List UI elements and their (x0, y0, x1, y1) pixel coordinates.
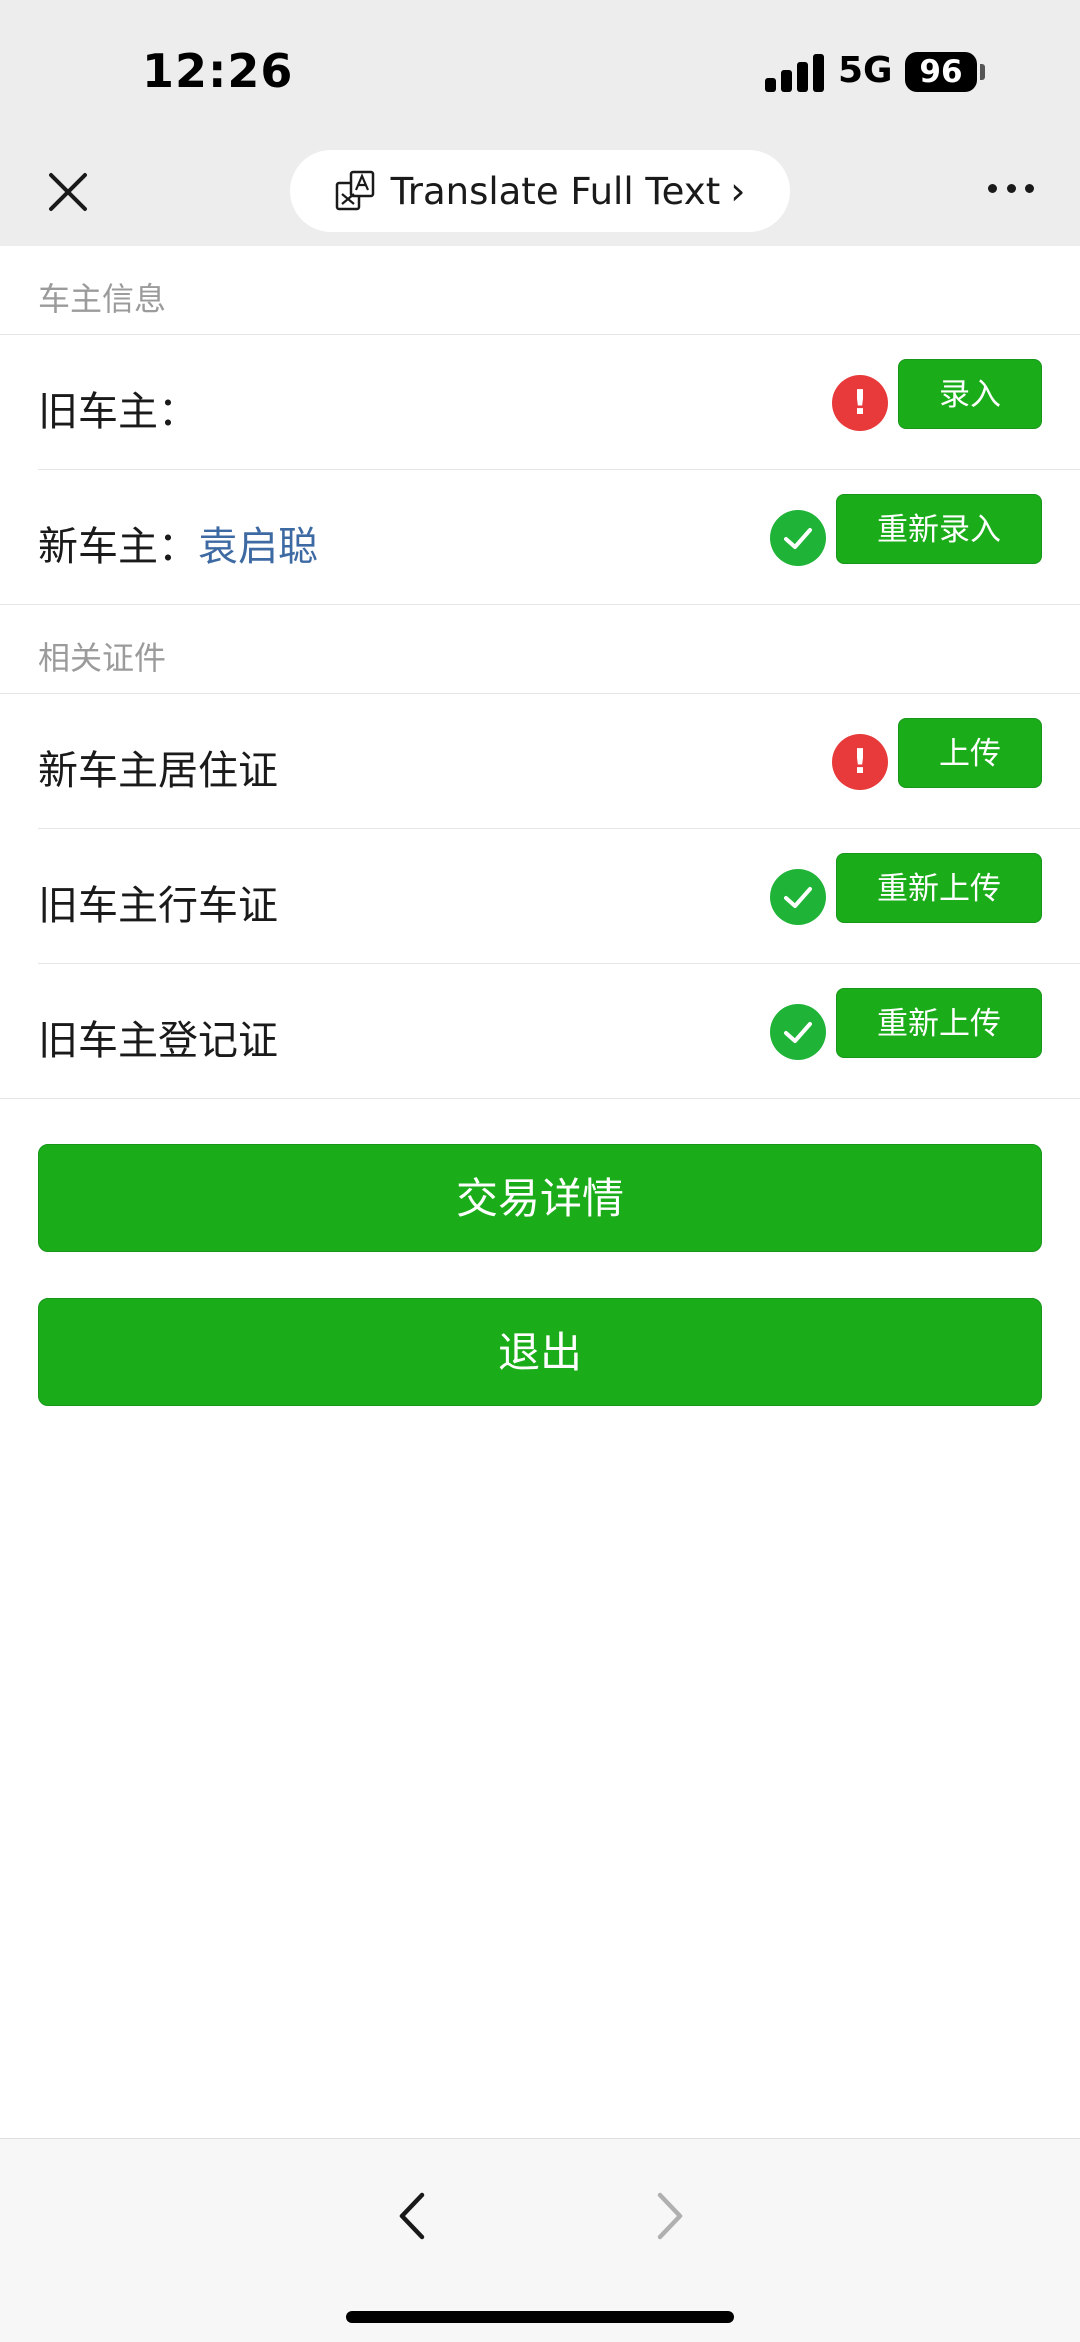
checkmark-icon (770, 869, 826, 925)
network-type: 5G (838, 50, 893, 91)
re-upload-button[interactable]: 重新上传 (836, 853, 1042, 923)
list-item-new-owner-residence-permit: 新车主居住证 ! 上传 (0, 694, 1080, 829)
section-title: 相关证件 (38, 639, 167, 677)
more-icon[interactable] (988, 184, 1034, 196)
cellular-signal-icon (765, 52, 825, 92)
battery-level: 96 (919, 54, 963, 90)
row-label: 旧车主行车证 (38, 883, 278, 929)
forward-arrow-icon[interactable] (646, 2191, 690, 2241)
exclamation-icon: ! (832, 375, 888, 431)
row-label: 新车主居住证 (38, 748, 278, 794)
back-arrow-icon[interactable] (392, 2191, 436, 2241)
exit-button[interactable]: 退出 (38, 1298, 1042, 1406)
list-item-old-owner-driving-license: 旧车主行车证 重新上传 (0, 829, 1080, 964)
row-label: 旧车主登记证 (38, 1018, 278, 1064)
re-upload-button[interactable]: 重新上传 (836, 988, 1042, 1058)
enter-button[interactable]: 录入 (898, 359, 1042, 429)
new-owner-name: 袁启聪 (198, 524, 318, 570)
status-bar: 12:26 5G 96 (0, 0, 1080, 142)
list-item-old-owner: 旧车主： ! 录入 (0, 335, 1080, 470)
translate-full-text-button[interactable]: Translate Full Text › (290, 150, 790, 232)
list-item-old-owner-registration-certificate: 旧车主登记证 重新上传 (0, 964, 1080, 1099)
close-icon[interactable] (46, 170, 90, 214)
row-label: 新车主：袁启聪 (38, 524, 318, 570)
upload-button[interactable]: 上传 (898, 718, 1042, 788)
divider (0, 1098, 1080, 1099)
checkmark-icon (770, 1004, 826, 1060)
section-title: 车主信息 (38, 280, 167, 318)
translate-icon (335, 170, 377, 212)
nav-bar: Translate Full Text › (0, 142, 1080, 246)
section-header-documents: 相关证件 (0, 605, 1080, 694)
row-label: 旧车主： (38, 389, 198, 435)
battery-tip (980, 64, 985, 80)
home-indicator (346, 2311, 734, 2323)
list-item-new-owner: 新车主：袁启聪 重新录入 (0, 470, 1080, 605)
chevron-right-icon: › (730, 169, 746, 213)
translate-label: Translate Full Text (390, 169, 721, 213)
section-header-owner-info: 车主信息 (0, 246, 1080, 335)
transaction-details-button[interactable]: 交易详情 (38, 1144, 1042, 1252)
battery-icon: 96 (905, 52, 977, 92)
status-time: 12:26 (142, 44, 294, 98)
bottom-toolbar (0, 2138, 1080, 2342)
checkmark-icon (770, 510, 826, 566)
re-enter-button[interactable]: 重新录入 (836, 494, 1042, 564)
exclamation-icon: ! (832, 734, 888, 790)
